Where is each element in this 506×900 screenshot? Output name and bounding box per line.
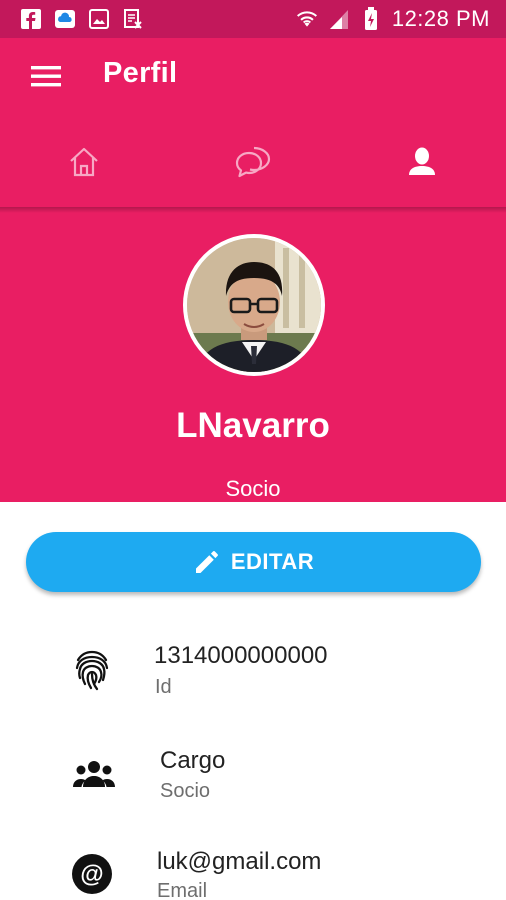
chat-icon xyxy=(235,146,271,178)
status-bar: 12:28 PM xyxy=(0,0,506,38)
tab-home[interactable] xyxy=(0,114,169,210)
edit-button[interactable]: EDITAR xyxy=(26,532,481,592)
hamburger-menu-icon xyxy=(31,66,61,87)
avatar xyxy=(183,234,325,376)
tab-bar xyxy=(0,114,506,210)
profile-role: Socio xyxy=(225,476,281,501)
home-icon xyxy=(70,147,99,177)
battery-charging-icon xyxy=(360,7,382,30)
notification-icons xyxy=(20,8,144,30)
info-label-email: Email xyxy=(157,880,208,900)
tab-bar-shadow xyxy=(0,207,506,213)
tab-chat[interactable] xyxy=(169,114,338,210)
profile-username: LNavarro xyxy=(176,406,330,445)
wifi-icon xyxy=(296,8,318,30)
status-time: 12:28 PM xyxy=(391,6,490,31)
system-icons: 12:28 PM xyxy=(296,6,490,32)
tab-profile[interactable] xyxy=(337,114,506,210)
page-title: Perfil xyxy=(103,57,178,89)
info-value-cargo: Cargo xyxy=(160,747,226,774)
group-icon xyxy=(72,752,116,796)
info-item-cargo: Cargo Socio xyxy=(0,740,506,820)
facebook-icon xyxy=(20,8,42,30)
app-bar: Perfil xyxy=(0,38,506,114)
at-sign-icon: @ xyxy=(70,852,114,896)
menu-button[interactable] xyxy=(26,58,66,94)
phone-screen: 12:28 PM Perfil LNavarro Socio EDITAR 13… xyxy=(0,0,506,900)
signal-icon xyxy=(328,8,350,30)
profile-photo xyxy=(187,238,321,372)
svg-text:@: @ xyxy=(80,861,103,888)
edit-button-label: EDITAR xyxy=(230,549,315,574)
document-icon xyxy=(122,8,144,30)
info-label-cargo: Socio xyxy=(160,780,211,802)
cloud-app-icon xyxy=(54,8,76,30)
info-value-id: 1314000000000 xyxy=(154,642,328,669)
person-icon xyxy=(408,147,435,175)
info-label-id: Id xyxy=(155,676,172,698)
profile-header: LNavarro Socio xyxy=(0,210,506,502)
fingerprint-icon xyxy=(70,648,114,692)
info-value-email: luk@gmail.com xyxy=(157,848,322,875)
pencil-icon xyxy=(195,551,218,573)
info-item-email: @ luk@gmail.com Email xyxy=(0,842,506,900)
info-item-id: 1314000000000 Id xyxy=(0,636,506,716)
gallery-icon xyxy=(88,8,110,30)
